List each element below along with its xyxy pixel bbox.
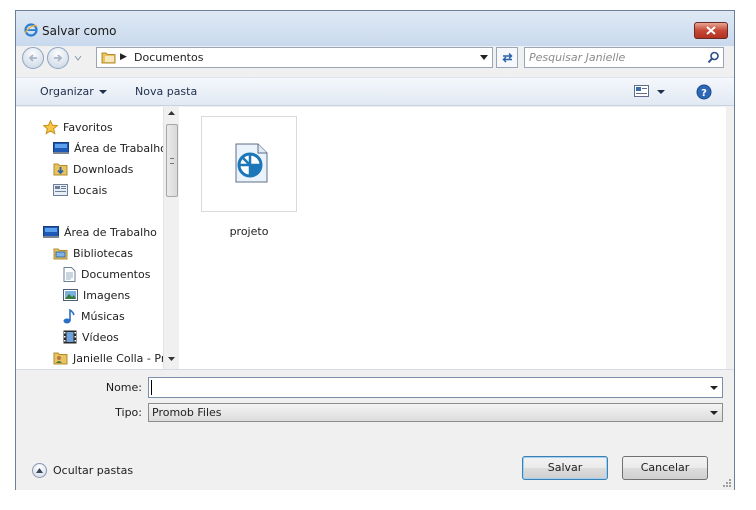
nav-item-label: Vídeos xyxy=(82,330,119,344)
close-button[interactable] xyxy=(694,22,728,39)
nav-item-recent-places[interactable]: Locais xyxy=(53,181,107,199)
resize-grip-icon[interactable] xyxy=(722,478,732,488)
document-icon xyxy=(63,266,76,282)
nav-item-label: Área de Trabalho xyxy=(74,141,167,155)
nav-item-label: Bibliotecas xyxy=(73,246,134,260)
hide-folders-label: Ocultar pastas xyxy=(53,464,134,477)
view-options-dropdown-icon[interactable] xyxy=(657,90,665,94)
arrow-right-icon xyxy=(54,54,63,62)
file-item[interactable] xyxy=(201,116,297,212)
film-icon xyxy=(63,330,77,344)
collapse-icon xyxy=(32,463,47,478)
search-box[interactable] xyxy=(524,47,724,68)
file-name-input[interactable] xyxy=(151,380,701,395)
nav-item-videos[interactable]: Vídeos xyxy=(63,328,119,346)
nav-item-label: Músicas xyxy=(81,309,125,323)
nav-item-favorites[interactable]: Favoritos xyxy=(43,118,113,136)
nav-item-user-folder[interactable]: Janielle Colla - Pr xyxy=(53,349,165,367)
chevron-down-icon[interactable] xyxy=(480,55,488,60)
address-bar[interactable]: ▶ Documentos xyxy=(96,47,493,68)
nav-item-desktop-root[interactable]: Área de Trabalho xyxy=(43,223,157,241)
chevron-down-icon xyxy=(98,90,107,94)
new-folder-button[interactable]: Nova pasta xyxy=(135,85,197,98)
desktop-icon xyxy=(43,226,59,238)
chevron-down-icon[interactable] xyxy=(710,386,718,390)
promob-file-icon xyxy=(235,143,268,183)
window-title: Salvar como xyxy=(42,24,117,38)
folder-icon xyxy=(101,52,116,64)
scrollbar-grip xyxy=(170,158,174,164)
nav-item-label: Locais xyxy=(73,183,108,197)
save-as-dialog: Salvar como ▶ Documentos Pesquisar Janie… xyxy=(15,10,735,490)
nav-item-label: Favoritos xyxy=(63,120,113,134)
nav-item-label: Documentos xyxy=(81,267,151,281)
nav-item-label: Imagens xyxy=(83,288,131,302)
downloads-folder-icon xyxy=(53,163,68,176)
file-name[interactable]: projeto xyxy=(201,225,297,238)
organize-button[interactable]: Organizar xyxy=(40,85,107,98)
help-icon[interactable]: ? xyxy=(696,84,712,100)
arrow-left-icon xyxy=(28,54,37,62)
back-button[interactable] xyxy=(22,47,44,69)
pictures-icon xyxy=(63,289,78,301)
music-note-icon xyxy=(63,308,75,323)
save-button[interactable]: Salvar xyxy=(522,456,608,480)
change-view-icon[interactable] xyxy=(634,85,649,97)
refresh-button[interactable] xyxy=(496,47,518,68)
file-name-combobox[interactable] xyxy=(148,377,723,398)
file-type-value: Promob Files xyxy=(152,406,222,419)
breadcrumb-separator-icon: ▶ xyxy=(120,52,127,62)
scroll-up-icon[interactable] xyxy=(168,111,175,115)
navigation-pane: Favoritos Área de Trabalho Downloads Loc… xyxy=(16,107,179,369)
search-icon[interactable] xyxy=(707,51,720,64)
type-label: Tipo: xyxy=(115,406,142,419)
nav-item-label: Janielle Colla - Pr xyxy=(73,351,166,365)
address-path[interactable]: Documentos xyxy=(134,51,203,64)
scrollbar-thumb[interactable] xyxy=(166,124,178,197)
organize-label: Organizar xyxy=(40,85,94,98)
recent-places-icon xyxy=(53,184,68,196)
desktop-icon xyxy=(53,142,69,154)
nav-item-pictures[interactable]: Imagens xyxy=(63,286,130,304)
nav-item-desktop[interactable]: Área de Trabalho xyxy=(53,139,167,157)
nav-item-downloads[interactable]: Downloads xyxy=(53,160,133,178)
search-input[interactable] xyxy=(529,50,699,65)
svg-text:?: ? xyxy=(701,88,707,99)
internet-explorer-icon xyxy=(24,23,38,37)
new-folder-label: Nova pasta xyxy=(135,85,198,98)
user-folder-icon xyxy=(53,352,68,365)
nav-item-libraries[interactable]: Bibliotecas xyxy=(53,244,133,262)
star-icon xyxy=(43,119,58,135)
title-bar: Salvar como xyxy=(16,11,734,46)
command-bar: Organizar Nova pasta ? xyxy=(16,77,734,106)
nav-item-label: Área de Trabalho xyxy=(64,225,157,239)
file-type-select[interactable]: Promob Files xyxy=(148,403,723,422)
recent-locations-dropdown-icon[interactable] xyxy=(74,55,82,61)
chevron-down-icon[interactable] xyxy=(710,411,718,415)
close-icon xyxy=(706,26,716,35)
nav-item-music[interactable]: Músicas xyxy=(63,307,125,325)
navigation-bar: ▶ Documentos xyxy=(16,46,734,70)
save-form: Nome: Tipo: Promob Files Ocultar pastas … xyxy=(16,369,734,490)
libraries-icon xyxy=(53,248,68,260)
refresh-icon xyxy=(501,52,513,63)
scroll-down-icon[interactable] xyxy=(168,357,175,361)
hide-folders-button[interactable]: Ocultar pastas xyxy=(32,463,133,478)
nav-item-documents[interactable]: Documentos xyxy=(63,265,150,283)
cancel-button[interactable]: Cancelar xyxy=(622,456,708,480)
name-label: Nome: xyxy=(105,381,142,394)
file-list: projeto xyxy=(185,107,726,369)
navigation-scrollbar[interactable] xyxy=(163,107,179,369)
forward-button[interactable] xyxy=(47,47,69,69)
nav-item-label: Downloads xyxy=(73,162,134,176)
